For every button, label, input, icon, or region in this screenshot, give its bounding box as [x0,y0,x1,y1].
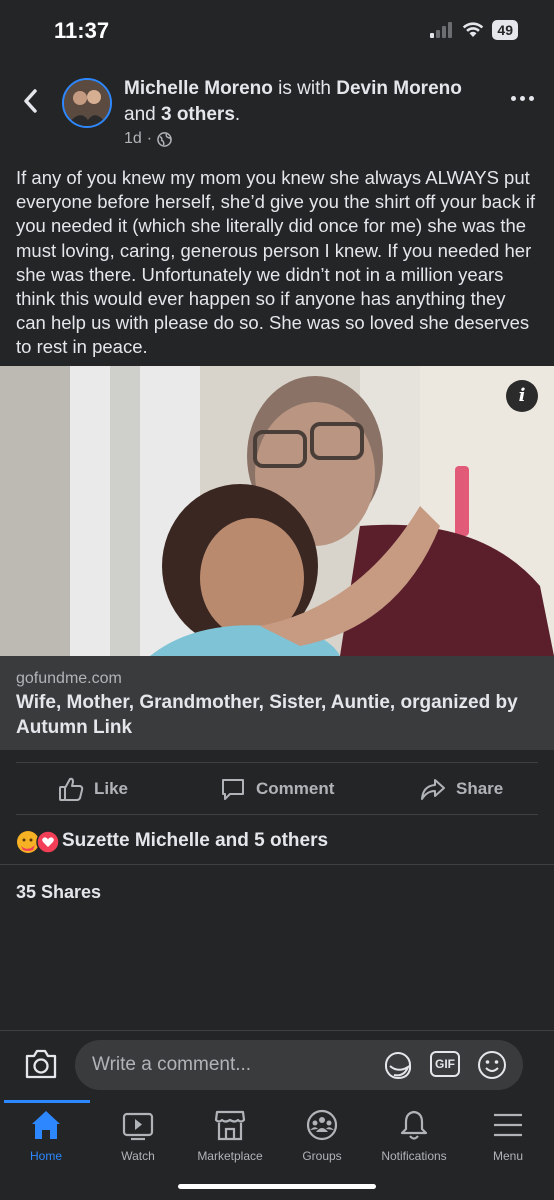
reaction-summary[interactable]: Suzette Michelle and 5 others [62,830,328,852]
meta-separator: · [146,130,153,147]
tab-label: Menu [492,1149,524,1163]
photo-illustration [0,366,554,656]
tab-watch[interactable]: Watch [92,1108,184,1163]
tagged-others[interactable]: 3 others [161,104,235,125]
with-text: is with [272,78,337,99]
author-avatar[interactable] [62,78,112,128]
tab-home[interactable]: Home [0,1108,92,1163]
post-time[interactable]: 1d [124,130,142,148]
divider [0,864,554,865]
divider [16,814,538,815]
link-title[interactable]: Wife, Mother, Grandmother, Sister, Aunti… [16,690,540,740]
comment-placeholder: Write a comment... [92,1054,252,1075]
home-icon [32,1111,60,1139]
more-dot-icon [511,96,516,101]
wifi-icon [463,22,484,37]
more-options-button[interactable] [511,96,534,101]
back-arrow-icon[interactable] [20,86,40,116]
more-dot-icon [520,96,525,101]
reaction-icons[interactable] [16,830,60,854]
tab-groups[interactable]: Groups [276,1108,368,1163]
sticker-icon[interactable] [382,1049,414,1081]
home-indicator [178,1184,376,1189]
author-name[interactable]: Michelle Moreno [124,78,273,99]
period-text: . [234,104,241,125]
share-label: Share [456,779,504,798]
tab-label: Home [29,1149,62,1163]
marketplace-icon [214,1110,246,1141]
share-arrow-icon [421,779,445,800]
post-meta: 1d · [124,130,172,148]
post-body-text: If any of you knew my mom you knew she a… [16,167,535,358]
gif-button[interactable]: GIF [430,1051,460,1077]
comment-icon [222,779,244,800]
cellular-signal-icon [430,22,453,38]
like-button[interactable]: Like [58,776,128,802]
divider [16,762,538,763]
active-tab-indicator [4,1100,90,1103]
avatar-photo [64,80,110,126]
info-button[interactable]: i [506,380,538,412]
more-dot-icon [529,96,534,101]
link-domain: gofundme.com [16,670,122,687]
comment-button[interactable]: Comment [220,776,334,802]
shares-count[interactable]: 35 Shares [16,882,101,903]
tab-menu[interactable]: Menu [462,1108,554,1163]
tab-label: Groups [302,1149,342,1163]
tagged-name[interactable]: Devin Moreno [336,78,462,99]
tab-marketplace[interactable]: Marketplace [184,1108,276,1163]
thumbs-up-icon [59,777,84,801]
status-icons: 49 [430,20,518,40]
share-button[interactable]: Share [420,776,503,802]
post-header: Michelle Moreno is with Devin Moreno and… [124,76,504,128]
tab-label: Notifications [381,1149,447,1163]
comment-label: Comment [256,779,335,798]
tab-label: Watch [121,1149,155,1163]
groups-icon [306,1109,338,1141]
camera-icon[interactable] [24,1048,58,1080]
menu-icon [494,1113,522,1137]
watch-icon [122,1112,154,1141]
globe-icon [157,131,172,147]
link-preview-image[interactable] [0,366,554,656]
and-text: and [124,104,161,125]
tab-notifications[interactable]: Notifications [368,1108,460,1163]
emoji-icon[interactable] [476,1049,508,1081]
battery-indicator: 49 [492,20,518,40]
status-time: 11:37 [54,18,110,43]
like-label: Like [94,779,129,798]
love-reaction-icon [36,830,60,854]
tab-label: Marketplace [197,1149,263,1163]
bell-icon [400,1110,428,1140]
